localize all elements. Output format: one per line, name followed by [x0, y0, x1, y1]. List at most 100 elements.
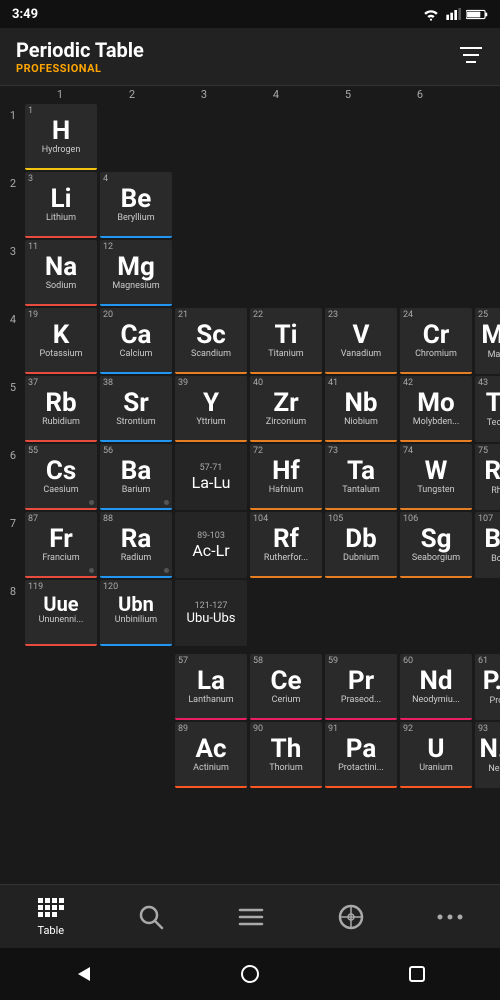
element-Nb[interactable]: 41 Nb Niobium [325, 376, 397, 442]
dot-indicator [89, 500, 94, 505]
wifi-icon [422, 7, 440, 21]
element-Be[interactable]: 4 Be Beryllium [100, 172, 172, 238]
nav-list[interactable] [222, 898, 280, 936]
header-left: Periodic Table PROFESSIONAL [16, 38, 144, 75]
row-label-4: 4 [2, 307, 24, 375]
element-Hf[interactable]: 72 Hf Hafnium [250, 444, 322, 510]
dot-indicator [164, 500, 169, 505]
signal-icon [445, 7, 461, 21]
element-Tc[interactable]: 43 Tc Tech... [475, 376, 500, 442]
element-Ta[interactable]: 73 Ta Tantalum [325, 444, 397, 510]
element-Ubn[interactable]: 120 Ubn Unbinilium [100, 580, 172, 646]
element-Pm[interactable]: 61 P... Pro... [475, 654, 500, 720]
actinide-cells: 89 Ac Actinium 90 Th Thorium 91 Pa Prota… [24, 721, 500, 789]
col-header-2: 2 [96, 88, 168, 101]
lanthanide-row: 57 La Lanthanum 58 Ce Cerium 59 Pr Prase… [2, 653, 498, 721]
search-icon [138, 904, 164, 930]
element-W[interactable]: 74 W Tungsten [400, 444, 472, 510]
row4-cells: 19 K Potassium 20 Ca Calcium 21 Sc Scand… [24, 307, 500, 375]
element-Ti[interactable]: 22 Ti Titanium [250, 308, 322, 374]
col-header-3: 3 [168, 88, 240, 101]
element-La[interactable]: 57 La Lanthanum [175, 654, 247, 720]
list-icon [238, 906, 264, 928]
nav-search[interactable] [122, 896, 180, 938]
row-label-1: 1 [2, 103, 24, 171]
back-button[interactable] [69, 960, 97, 988]
element-K[interactable]: 19 K Potassium [25, 308, 97, 374]
periodic-table: 1 2 3 4 5 6 1 1 H Hydrogen 2 3 [0, 86, 500, 801]
element-Nd[interactable]: 60 Nd Neodymiu... [400, 654, 472, 720]
row-label-6: 6 [2, 443, 24, 511]
element-Li[interactable]: 3 Li Lithium [25, 172, 97, 238]
element-Na[interactable]: 11 Na Sodium [25, 240, 97, 306]
period-row-2: 2 3 Li Lithium 4 Be Beryllium [2, 171, 498, 239]
app-title: Periodic Table [16, 38, 144, 62]
home-icon [239, 963, 261, 985]
element-Ba[interactable]: 56 Ba Barium [100, 444, 172, 510]
element-Np[interactable]: 93 N... Nep... [475, 722, 500, 788]
element-Y[interactable]: 39 Y Yttrium [175, 376, 247, 442]
element-Pr[interactable]: 59 Pr Praseod... [325, 654, 397, 720]
row-label-2: 2 [2, 171, 24, 239]
status-bar: 3:49 [0, 0, 500, 28]
col-header-4: 4 [240, 88, 312, 101]
element-U[interactable]: 92 U Uranium [400, 722, 472, 788]
element-range-La-Lu[interactable]: 57-71 La-Lu [175, 444, 247, 510]
element-Db[interactable]: 105 Db Dubnium [325, 512, 397, 578]
header: Periodic Table PROFESSIONAL [0, 28, 500, 86]
element-Mg[interactable]: 12 Mg Magnesium [100, 240, 172, 306]
row3-cells: 11 Na Sodium 12 Mg Magnesium [24, 239, 498, 307]
nav-more[interactable] [421, 905, 479, 929]
element-Ra[interactable]: 88 Ra Radium [100, 512, 172, 578]
element-range-Ubu-Ubs[interactable]: 121-127 Ubu-Ubs [175, 580, 247, 646]
element-Sr[interactable]: 38 Sr Strontium [100, 376, 172, 442]
nav-quiz[interactable] [322, 896, 380, 938]
col-header-6: 6 [384, 88, 456, 101]
element-Fr[interactable]: 87 Fr Francium [25, 512, 97, 578]
lan-spacer-2 [100, 654, 172, 720]
period-row-6: 6 55 Cs Caesium 56 Ba Barium 57-71 [2, 443, 498, 511]
period-row-4: 4 19 K Potassium 20 Ca Calcium 21 Sc Sca… [2, 307, 498, 375]
recents-button[interactable] [403, 960, 431, 988]
element-Mo[interactable]: 42 Mo Molybden... [400, 376, 472, 442]
row-label-5: 5 [2, 375, 24, 443]
element-Th[interactable]: 90 Th Thorium [250, 722, 322, 788]
element-Uue[interactable]: 119 Uue Ununenni... [25, 580, 97, 646]
element-Ce[interactable]: 58 Ce Cerium [250, 654, 322, 720]
element-Rf[interactable]: 104 Rf Rutherfor... [250, 512, 322, 578]
element-Pa[interactable]: 91 Pa Protactini... [325, 722, 397, 788]
element-Rb[interactable]: 37 Rb Rubidium [25, 376, 97, 442]
quiz-icon [338, 904, 364, 930]
period-row-5: 5 37 Rb Rubidium 38 Sr Strontium 39 Y Yt… [2, 375, 498, 443]
home-button[interactable] [236, 960, 264, 988]
element-Ca[interactable]: 20 Ca Calcium [100, 308, 172, 374]
filter-icon [458, 44, 484, 66]
element-Bh[interactable]: 107 Bh Bo... [475, 512, 500, 578]
system-nav [0, 948, 500, 1000]
element-H[interactable]: 1 H Hydrogen [25, 104, 97, 170]
element-Zr[interactable]: 40 Zr Zirconium [250, 376, 322, 442]
nav-table-label: Table [37, 924, 64, 937]
lan-row-label [2, 653, 24, 721]
element-Sc[interactable]: 21 Sc Scandium [175, 308, 247, 374]
element-Ac[interactable]: 89 Ac Actinium [175, 722, 247, 788]
nav-table[interactable]: Table [21, 889, 81, 945]
element-range-Ac-Lr[interactable]: 89-103 Ac-Lr [175, 512, 247, 578]
actinide-row: 89 Ac Actinium 90 Th Thorium 91 Pa Prota… [2, 721, 498, 789]
row-label-3: 3 [2, 239, 24, 307]
period-row-1: 1 1 H Hydrogen [2, 103, 498, 171]
act-spacer-1 [25, 722, 97, 788]
status-icons [422, 7, 488, 21]
element-Mn[interactable]: 25 Mn Man... [475, 308, 500, 374]
element-V[interactable]: 23 V Vanadium [325, 308, 397, 374]
table-scroll[interactable]: 1 2 3 4 5 6 1 1 H Hydrogen 2 3 [0, 86, 500, 884]
element-Re[interactable]: 75 Rh Rh... [475, 444, 500, 510]
row2-cells: 3 Li Lithium 4 Be Beryllium [24, 171, 498, 239]
element-Cr[interactable]: 24 Cr Chromium [400, 308, 472, 374]
period-row-8: 8 119 Uue Ununenni... 120 Ubn Unbinilium… [2, 579, 498, 647]
row8-cells: 119 Uue Ununenni... 120 Ubn Unbinilium 1… [24, 579, 498, 647]
filter-button[interactable] [458, 44, 484, 70]
more-icon [437, 913, 463, 921]
element-Sg[interactable]: 106 Sg Seaborgium [400, 512, 472, 578]
element-Cs[interactable]: 55 Cs Caesium [25, 444, 97, 510]
